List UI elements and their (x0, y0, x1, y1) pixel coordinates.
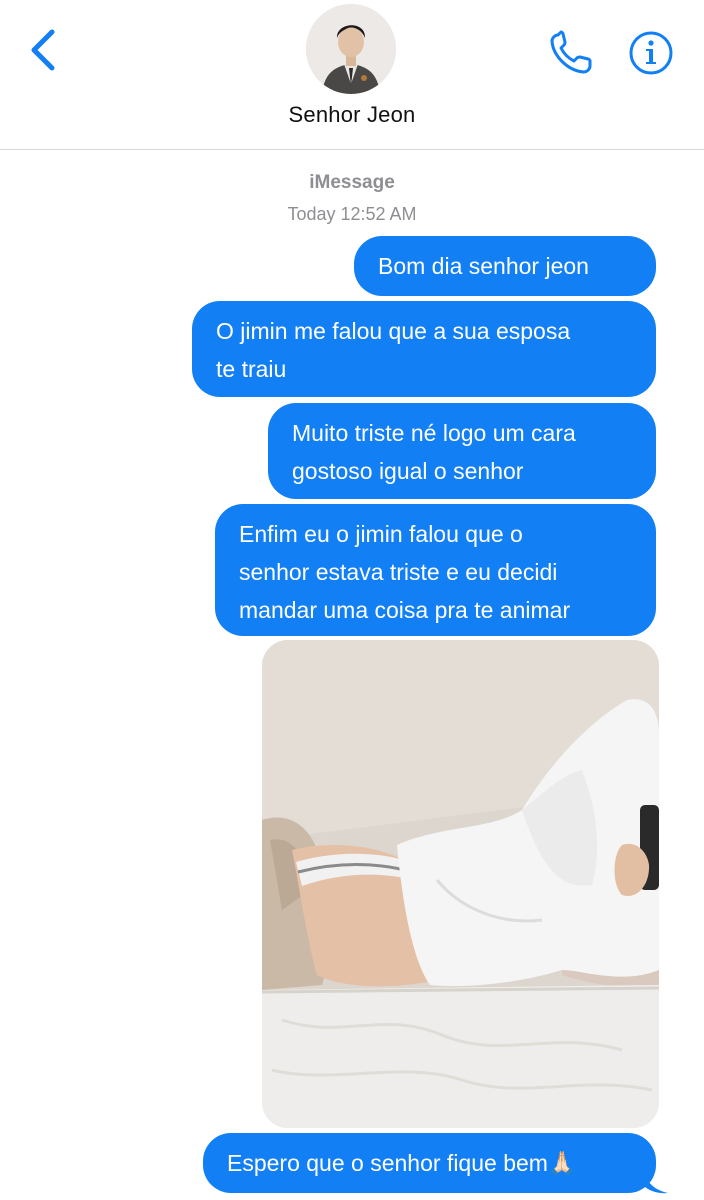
contact-photo (306, 4, 396, 94)
avatar[interactable] (306, 4, 396, 94)
message-bubble[interactable]: Enfim eu o jimin falou que o senhor esta… (215, 504, 656, 636)
conversation-header: Senhor Jeon (0, 0, 704, 150)
info-icon (629, 31, 673, 75)
bubble-tail (642, 1168, 668, 1194)
photo-attachment[interactable] (262, 640, 659, 1128)
message-bubble[interactable]: Muito triste né logo um cara gostoso igu… (268, 403, 656, 499)
message-timestamp: Today 12:52 AM (287, 204, 417, 224)
photo-image (262, 640, 659, 1128)
phone-icon (550, 30, 592, 74)
message-bubble[interactable]: O jimin me falou que a sua esposa te tra… (192, 301, 656, 397)
contact-name[interactable]: Senhor Jeon (0, 102, 704, 128)
back-button[interactable] (22, 26, 66, 74)
call-button[interactable] (548, 30, 598, 76)
message-bubble[interactable]: Bom dia senhor jeon (354, 236, 656, 296)
info-button[interactable] (628, 30, 674, 76)
service-label: iMessage (309, 172, 395, 193)
chevron-left-icon (31, 29, 55, 71)
message-bubble[interactable]: Espero que o senhor fique bem🙏🏻 (203, 1133, 656, 1193)
